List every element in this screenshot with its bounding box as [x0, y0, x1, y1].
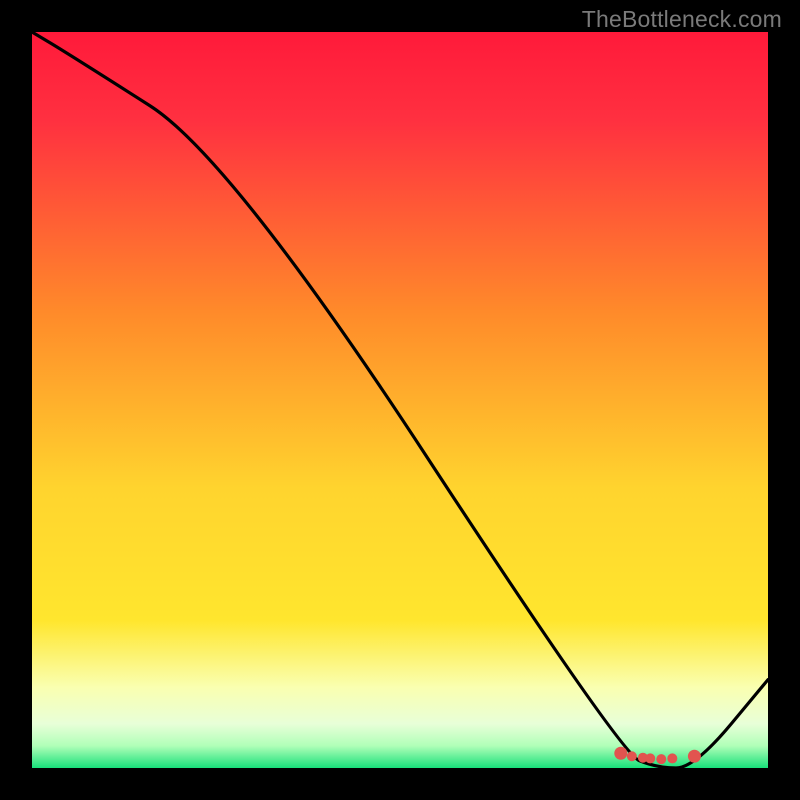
data-marker [645, 753, 655, 763]
data-marker [614, 747, 627, 760]
data-marker [667, 753, 677, 763]
data-marker [656, 754, 666, 764]
watermark-text: TheBottleneck.com [582, 6, 782, 33]
gradient-background [32, 32, 768, 768]
data-marker [688, 750, 701, 763]
chart-svg [32, 32, 768, 768]
chart-frame: TheBottleneck.com [0, 0, 800, 800]
plot-area [32, 32, 768, 768]
data-marker [627, 751, 637, 761]
